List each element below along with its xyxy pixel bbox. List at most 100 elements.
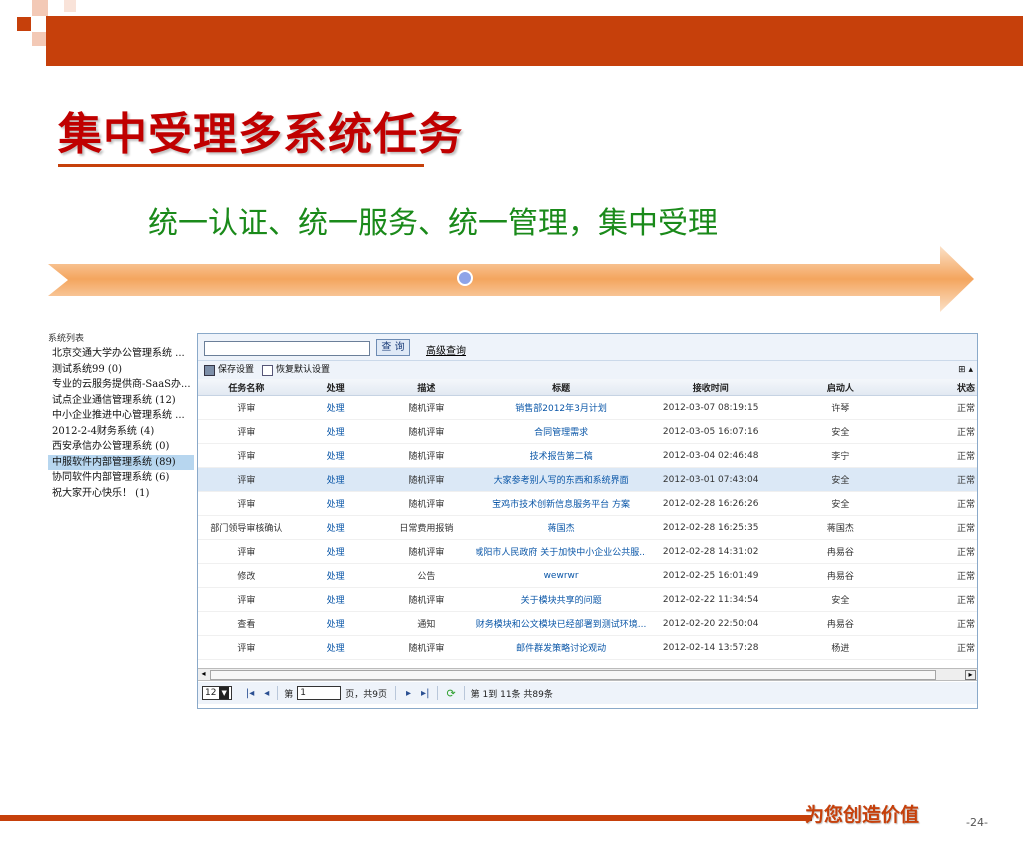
action-link[interactable]: 处理: [295, 636, 377, 659]
title-link[interactable]: 蒋国杰: [476, 516, 646, 539]
column-header[interactable]: 任务名称: [198, 379, 295, 395]
pagination-bar: 12 ▼ |◂ ◂ 第 1 页，共9页 ▸ ▸| ⟳ 第 1到 11条 共89条: [198, 682, 977, 704]
advanced-search-link[interactable]: 高级查询: [426, 342, 466, 357]
received-time-cell: 2012-03-07 08:19:15: [662, 402, 759, 413]
title-link[interactable]: 邮件群发策略讨论观动: [476, 636, 646, 659]
table-row[interactable]: 评审 处理 随机评审 邮件群发策略讨论观动 2012-02-14 13:57:28 杨进 正…: [198, 636, 977, 660]
initiator-cell: 杨进: [831, 644, 850, 654]
toolbar: 保存设置 恢复默认设置 ⊞ ▴: [198, 361, 977, 379]
initiator-cell: 许琴: [831, 404, 850, 414]
page-number-input[interactable]: 1: [297, 686, 342, 700]
action-link[interactable]: 处理: [295, 468, 377, 491]
table-row[interactable]: 评审 处理 随机评审 宝鸡市技术创新信息服务平台 方案 2012-02-28 16:26…: [198, 492, 977, 516]
task-name-cell: 部门领导审核确认: [210, 524, 283, 534]
column-header[interactable]: 描述: [377, 379, 477, 395]
received-time-cell: 2012-02-28 16:26:26: [662, 498, 759, 509]
title-link[interactable]: 财务模块和公文模块已经部署到测试环境...: [476, 612, 646, 635]
horizontal-scrollbar[interactable]: ◂ ▸: [198, 668, 977, 681]
action-link[interactable]: 处理: [295, 540, 377, 563]
received-time-cell: 2012-03-05 16:07:16: [662, 426, 759, 437]
title-link[interactable]: 宝鸡市技术创新信息服务平台 方案: [476, 492, 646, 515]
deco-square-dark: [17, 17, 31, 31]
received-time-cell: 2012-02-14 13:57:28: [662, 642, 759, 653]
system-list-item-selected[interactable]: 中服软件内部管理系统 (89): [48, 454, 194, 470]
title-link[interactable]: 大家参考别人写的东西和系统界面: [476, 468, 646, 491]
title-link[interactable]: 合同管理需求: [476, 420, 646, 443]
table-row[interactable]: 部门领导审核确认 处理 日常费用报销 蒋国杰 2012-02-28 16:25:35 蒋国…: [198, 516, 977, 540]
system-list-item[interactable]: 试点企业通信管理系统 (12): [48, 393, 194, 409]
scroll-right-icon[interactable]: ▸: [965, 670, 976, 680]
title-link[interactable]: 技术报告第二稿: [476, 444, 646, 467]
title-link[interactable]: 销售部2012年3月计划: [476, 396, 646, 419]
status-cell: 正常: [957, 572, 976, 582]
table-row[interactable]: 评审 处理 随机评审 关于模块共享的问题 2012-02-22 11:34:54 安全 正常: [198, 588, 977, 612]
previous-page-icon[interactable]: ◂: [264, 688, 269, 699]
status-cell: 正常: [957, 620, 976, 630]
expand-collapse-icon[interactable]: ⊞ ▴: [958, 361, 973, 379]
title-link[interactable]: wewrwr: [476, 564, 646, 587]
system-list-item[interactable]: 测试系统99 (0): [48, 362, 194, 378]
initiator-cell: 蒋国杰: [826, 524, 854, 534]
action-link[interactable]: 处理: [295, 564, 377, 587]
table-row[interactable]: 评审 处理 随机评审 合同管理需求 2012-03-05 16:07:16 安全 正常: [198, 420, 977, 444]
description-cell: 通知: [417, 620, 436, 630]
system-list-item[interactable]: 北京交通大学办公管理系统 ...: [48, 346, 194, 362]
restore-defaults-button[interactable]: 恢复默认设置: [262, 361, 330, 379]
table-row[interactable]: 修改 处理 公告 wewrwr 2012-02-25 16:01:49 冉易谷 正常: [198, 564, 977, 588]
system-list-item[interactable]: 2012-2-4财务系统 (4): [48, 424, 194, 440]
task-name-cell: 评审: [237, 476, 256, 486]
table-row[interactable]: 评审 处理 随机评审 咸阳市人民政府 关于加快中小企业公共服... 2012-02-28…: [198, 540, 977, 564]
search-button[interactable]: 查 询: [376, 339, 410, 356]
description-cell: 随机评审: [408, 644, 445, 654]
status-cell: 正常: [957, 452, 976, 462]
refresh-icon[interactable]: ⟳: [446, 687, 455, 700]
description-cell: 随机评审: [408, 476, 445, 486]
column-header[interactable]: 启动人: [776, 379, 906, 395]
task-name-cell: 评审: [237, 644, 256, 654]
action-link[interactable]: 处理: [295, 588, 377, 611]
status-cell: 正常: [957, 404, 976, 414]
table-row[interactable]: 查看 处理 通知 财务模块和公文模块已经部署到测试环境... 2012-02-20 22…: [198, 612, 977, 636]
slide-subtitle: 统一认证、统一服务、统一管理，集中受理: [148, 206, 718, 241]
system-list-item[interactable]: 专业的云服务提供商-SaaS办...: [48, 377, 194, 393]
title-link[interactable]: 关于模块共享的问题: [476, 588, 646, 611]
system-list-item[interactable]: 西安承信办公管理系统 (0): [48, 439, 194, 455]
first-page-icon[interactable]: |◂: [246, 688, 254, 699]
column-header[interactable]: 标题: [476, 379, 646, 395]
action-link[interactable]: 处理: [295, 420, 377, 443]
description-cell: 公告: [417, 572, 436, 582]
slide-title: 集中受理多系统任务: [58, 109, 463, 160]
page-number: -24-: [966, 816, 988, 829]
table-row[interactable]: 评审 处理 随机评审 技术报告第二稿 2012-03-04 02:46:48 李宁 正常: [198, 444, 977, 468]
next-page-icon[interactable]: ▸: [406, 688, 411, 699]
action-link[interactable]: 处理: [295, 492, 377, 515]
column-header[interactable]: 接收时间: [646, 379, 776, 395]
scroll-thumb[interactable]: [210, 670, 936, 680]
column-header[interactable]: 状态: [905, 379, 977, 395]
task-name-cell: 评审: [237, 596, 256, 606]
action-link[interactable]: 处理: [295, 516, 377, 539]
page-size-select[interactable]: 12 ▼: [202, 686, 232, 700]
task-name-cell: 评审: [237, 452, 256, 462]
column-header[interactable]: 处理: [295, 379, 377, 395]
action-link[interactable]: 处理: [295, 396, 377, 419]
page-count-label: 页，共9页: [345, 689, 388, 700]
received-time-cell: 2012-02-22 11:34:54: [662, 594, 759, 605]
system-list-item[interactable]: 协同软件内部管理系统 (6): [48, 470, 194, 486]
action-link[interactable]: 处理: [295, 612, 377, 635]
decorative-arrow: [48, 246, 974, 312]
description-cell: 随机评审: [408, 404, 445, 414]
title-link[interactable]: 咸阳市人民政府 关于加快中小企业公共服...: [476, 540, 646, 563]
save-settings-button[interactable]: 保存设置: [204, 361, 254, 379]
table-row[interactable]: 评审 处理 随机评审 大家参考别人写的东西和系统界面 2012-03-01 07:43:…: [198, 468, 977, 492]
scroll-left-icon[interactable]: ◂: [199, 670, 208, 678]
restore-defaults-label: 恢复默认设置: [276, 365, 331, 375]
received-time-cell: 2012-03-01 07:43:04: [662, 474, 759, 485]
chevron-down-icon: ▼: [219, 687, 229, 699]
action-link[interactable]: 处理: [295, 444, 377, 467]
system-list-item[interactable]: 中小企业推进中心管理系统 ...: [48, 408, 194, 424]
system-list-item[interactable]: 祝大家开心快乐！ (1): [48, 486, 194, 502]
search-input[interactable]: [204, 341, 370, 356]
last-page-icon[interactable]: ▸|: [421, 688, 429, 699]
table-row[interactable]: 评审 处理 随机评审 销售部2012年3月计划 2012-03-07 08:19:15 许…: [198, 396, 977, 420]
